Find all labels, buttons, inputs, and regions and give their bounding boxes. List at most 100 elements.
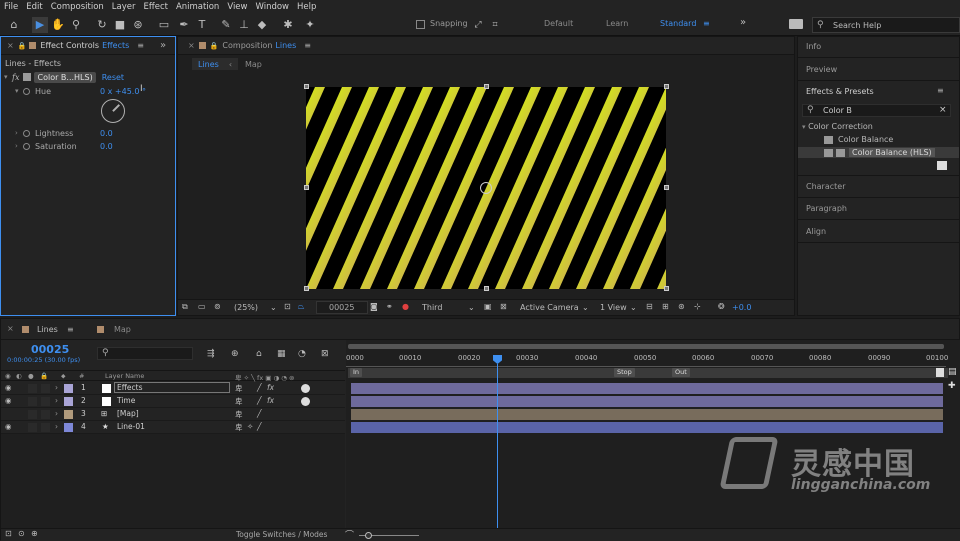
solo-box[interactable] bbox=[28, 423, 37, 432]
fit-icon[interactable]: ⊡ bbox=[284, 302, 291, 311]
flowchart-icon[interactable]: ⊹ bbox=[694, 302, 701, 311]
menu-view[interactable]: View bbox=[227, 2, 247, 12]
composition-viewer[interactable] bbox=[306, 87, 666, 289]
toggle-pixel-aspect-icon[interactable]: ⊟ bbox=[646, 302, 653, 311]
expand-workspaces-icon[interactable]: » bbox=[740, 17, 746, 28]
paragraph-panel-header[interactable]: Paragraph bbox=[806, 204, 847, 213]
reset-exposure-icon[interactable]: ❂ bbox=[718, 302, 725, 311]
hand-tool-icon[interactable]: ✋ bbox=[50, 17, 66, 33]
add-marker-icon[interactable]: ✚ bbox=[948, 381, 956, 391]
effects-presets-panel-header[interactable]: Effects & Presets bbox=[806, 87, 874, 96]
anchor-point-icon[interactable] bbox=[480, 182, 492, 194]
home-icon[interactable]: ⌂ bbox=[6, 17, 22, 33]
composition-marker-bin-icon[interactable]: ▤ bbox=[948, 367, 957, 377]
zoom-select[interactable]: (25%) bbox=[234, 303, 258, 312]
quality-switch-icon[interactable]: ╱ bbox=[257, 409, 262, 418]
expand-triangle-icon[interactable]: › bbox=[55, 422, 58, 431]
layer-label-color[interactable] bbox=[64, 410, 73, 419]
layer-label-color[interactable] bbox=[64, 397, 73, 406]
effect-switch-icon[interactable]: fx bbox=[267, 396, 274, 405]
quality-switch-icon[interactable]: ╱ bbox=[257, 422, 262, 431]
layer-switches-pane-icon[interactable]: ⊡ bbox=[5, 529, 12, 538]
marker-stop[interactable]: Stop bbox=[614, 368, 635, 377]
expand-triangle-icon[interactable]: › bbox=[55, 383, 58, 392]
layer-name[interactable]: [Map] bbox=[117, 409, 139, 418]
pan-behind-tool-icon[interactable]: ⊛ bbox=[130, 17, 146, 33]
layer-bar-map[interactable] bbox=[351, 409, 943, 420]
quality-switch-icon[interactable]: ╱ bbox=[257, 396, 262, 405]
lock-box[interactable] bbox=[41, 397, 50, 406]
display-icon[interactable]: ▭ bbox=[198, 302, 206, 311]
menu-file[interactable]: File bbox=[4, 2, 18, 12]
workspace-default[interactable]: Default bbox=[544, 19, 573, 28]
motion-blur-icon[interactable]: ◔ bbox=[298, 349, 306, 359]
solo-box[interactable] bbox=[28, 397, 37, 406]
stopwatch-icon[interactable] bbox=[23, 142, 30, 150]
close-icon[interactable]: × bbox=[7, 324, 14, 333]
roto-brush-tool-icon[interactable]: ✱ bbox=[280, 17, 296, 33]
solo-box[interactable] bbox=[28, 384, 37, 393]
mask-visibility-icon[interactable]: ⏢ bbox=[298, 302, 304, 312]
marker-in[interactable]: In bbox=[350, 368, 363, 377]
clear-search-icon[interactable]: × bbox=[939, 105, 947, 115]
workspace-menu-icon[interactable]: ≡ bbox=[703, 19, 710, 28]
layer-bar-time[interactable] bbox=[351, 396, 943, 407]
menu-help[interactable]: Help bbox=[297, 2, 316, 12]
expand-triangle-icon[interactable]: › bbox=[55, 396, 58, 405]
eye-icon[interactable]: ◉ bbox=[5, 422, 12, 431]
comp-flowchart-icon[interactable]: ⇶ bbox=[207, 349, 215, 359]
timeline-icon[interactable]: ⊛ bbox=[678, 302, 685, 311]
adjustment-switch-icon[interactable] bbox=[301, 384, 310, 393]
current-time-field[interactable]: 00025 bbox=[316, 301, 368, 314]
hue-angle-dial[interactable] bbox=[101, 99, 125, 123]
transform-handle[interactable] bbox=[304, 185, 309, 190]
sync-settings-icon[interactable] bbox=[789, 19, 803, 29]
expand-triangle-icon[interactable]: › bbox=[15, 142, 23, 150]
type-tool-icon[interactable]: T bbox=[194, 17, 210, 33]
info-panel-header[interactable]: Info bbox=[806, 42, 821, 51]
transform-handle[interactable] bbox=[304, 286, 309, 291]
lock-icon[interactable]: 🔒 bbox=[210, 42, 219, 50]
effect-item-color-balance[interactable]: Color Balance bbox=[824, 135, 893, 144]
marker-track[interactable]: In Stop Out bbox=[348, 368, 948, 378]
menu-effect[interactable]: Effect bbox=[144, 2, 168, 12]
adjustment-switch-icon[interactable] bbox=[301, 397, 310, 406]
lock-box[interactable] bbox=[41, 410, 50, 419]
snapping-checkbox[interactable] bbox=[416, 20, 425, 29]
rectangle-tool-icon[interactable]: ▭ bbox=[156, 17, 172, 33]
prop-value-saturation[interactable]: 0.0 bbox=[100, 142, 113, 151]
transparency-grid-icon[interactable]: ⊠ bbox=[500, 302, 507, 311]
layer-search-input[interactable]: ⚲ bbox=[97, 347, 193, 360]
color-channels-icon[interactable]: ● bbox=[402, 302, 409, 311]
transform-handle[interactable] bbox=[304, 84, 309, 89]
fast-previews-icon[interactable]: ⊞ bbox=[662, 302, 669, 311]
pen-tool-icon[interactable]: ✒ bbox=[176, 17, 192, 33]
snap-options-icon[interactable]: ⤢ bbox=[470, 17, 486, 33]
comp-subtab-lines[interactable]: Lines ‹ bbox=[192, 58, 239, 70]
preview-panel-header[interactable]: Preview bbox=[806, 65, 837, 74]
shy-layers-icon[interactable]: ⌂ bbox=[256, 349, 262, 359]
expand-panel-icon[interactable]: » bbox=[160, 40, 166, 51]
views-select[interactable]: 1 View bbox=[600, 303, 627, 312]
clone-stamp-tool-icon[interactable]: ⊥ bbox=[236, 17, 252, 33]
draft-3d-icon[interactable]: ⊕ bbox=[231, 349, 239, 359]
menu-edit[interactable]: Edit bbox=[26, 2, 42, 12]
toggle-switches-modes[interactable]: Toggle Switches / Modes bbox=[236, 530, 327, 539]
shy-switch-icon[interactable]: 卑 bbox=[235, 422, 243, 433]
effects-search-input[interactable]: ⚲ Color B × bbox=[802, 104, 951, 117]
layer-row[interactable]: › 3 ⊞ [Map] 卑 ╱ bbox=[1, 408, 345, 421]
graph-editor-icon[interactable]: ⊠ bbox=[321, 349, 329, 359]
menu-window[interactable]: Window bbox=[255, 2, 289, 12]
effect-switch-icon[interactable]: fx bbox=[267, 383, 274, 392]
shy-switch-icon[interactable]: 卑 bbox=[235, 383, 243, 394]
composition-tab[interactable]: × 🔒 Composition Lines ≡ bbox=[178, 37, 794, 55]
workspace-learn[interactable]: Learn bbox=[606, 19, 628, 28]
stopwatch-icon[interactable] bbox=[23, 129, 30, 137]
zoom-slider-handle[interactable] bbox=[365, 532, 372, 539]
playhead-line[interactable] bbox=[497, 364, 498, 529]
layer-name[interactable]: Line-01 bbox=[117, 422, 145, 431]
effect-row-color-balance[interactable]: ▾ fx Color B...HLS) Reset bbox=[1, 71, 161, 83]
quality-switch-icon[interactable]: ╱ bbox=[257, 383, 262, 392]
puppet-tool-icon[interactable]: ✦ bbox=[302, 17, 318, 33]
layer-row[interactable]: ◉ › 1 Effects 卑 ╱ fx bbox=[1, 382, 345, 395]
